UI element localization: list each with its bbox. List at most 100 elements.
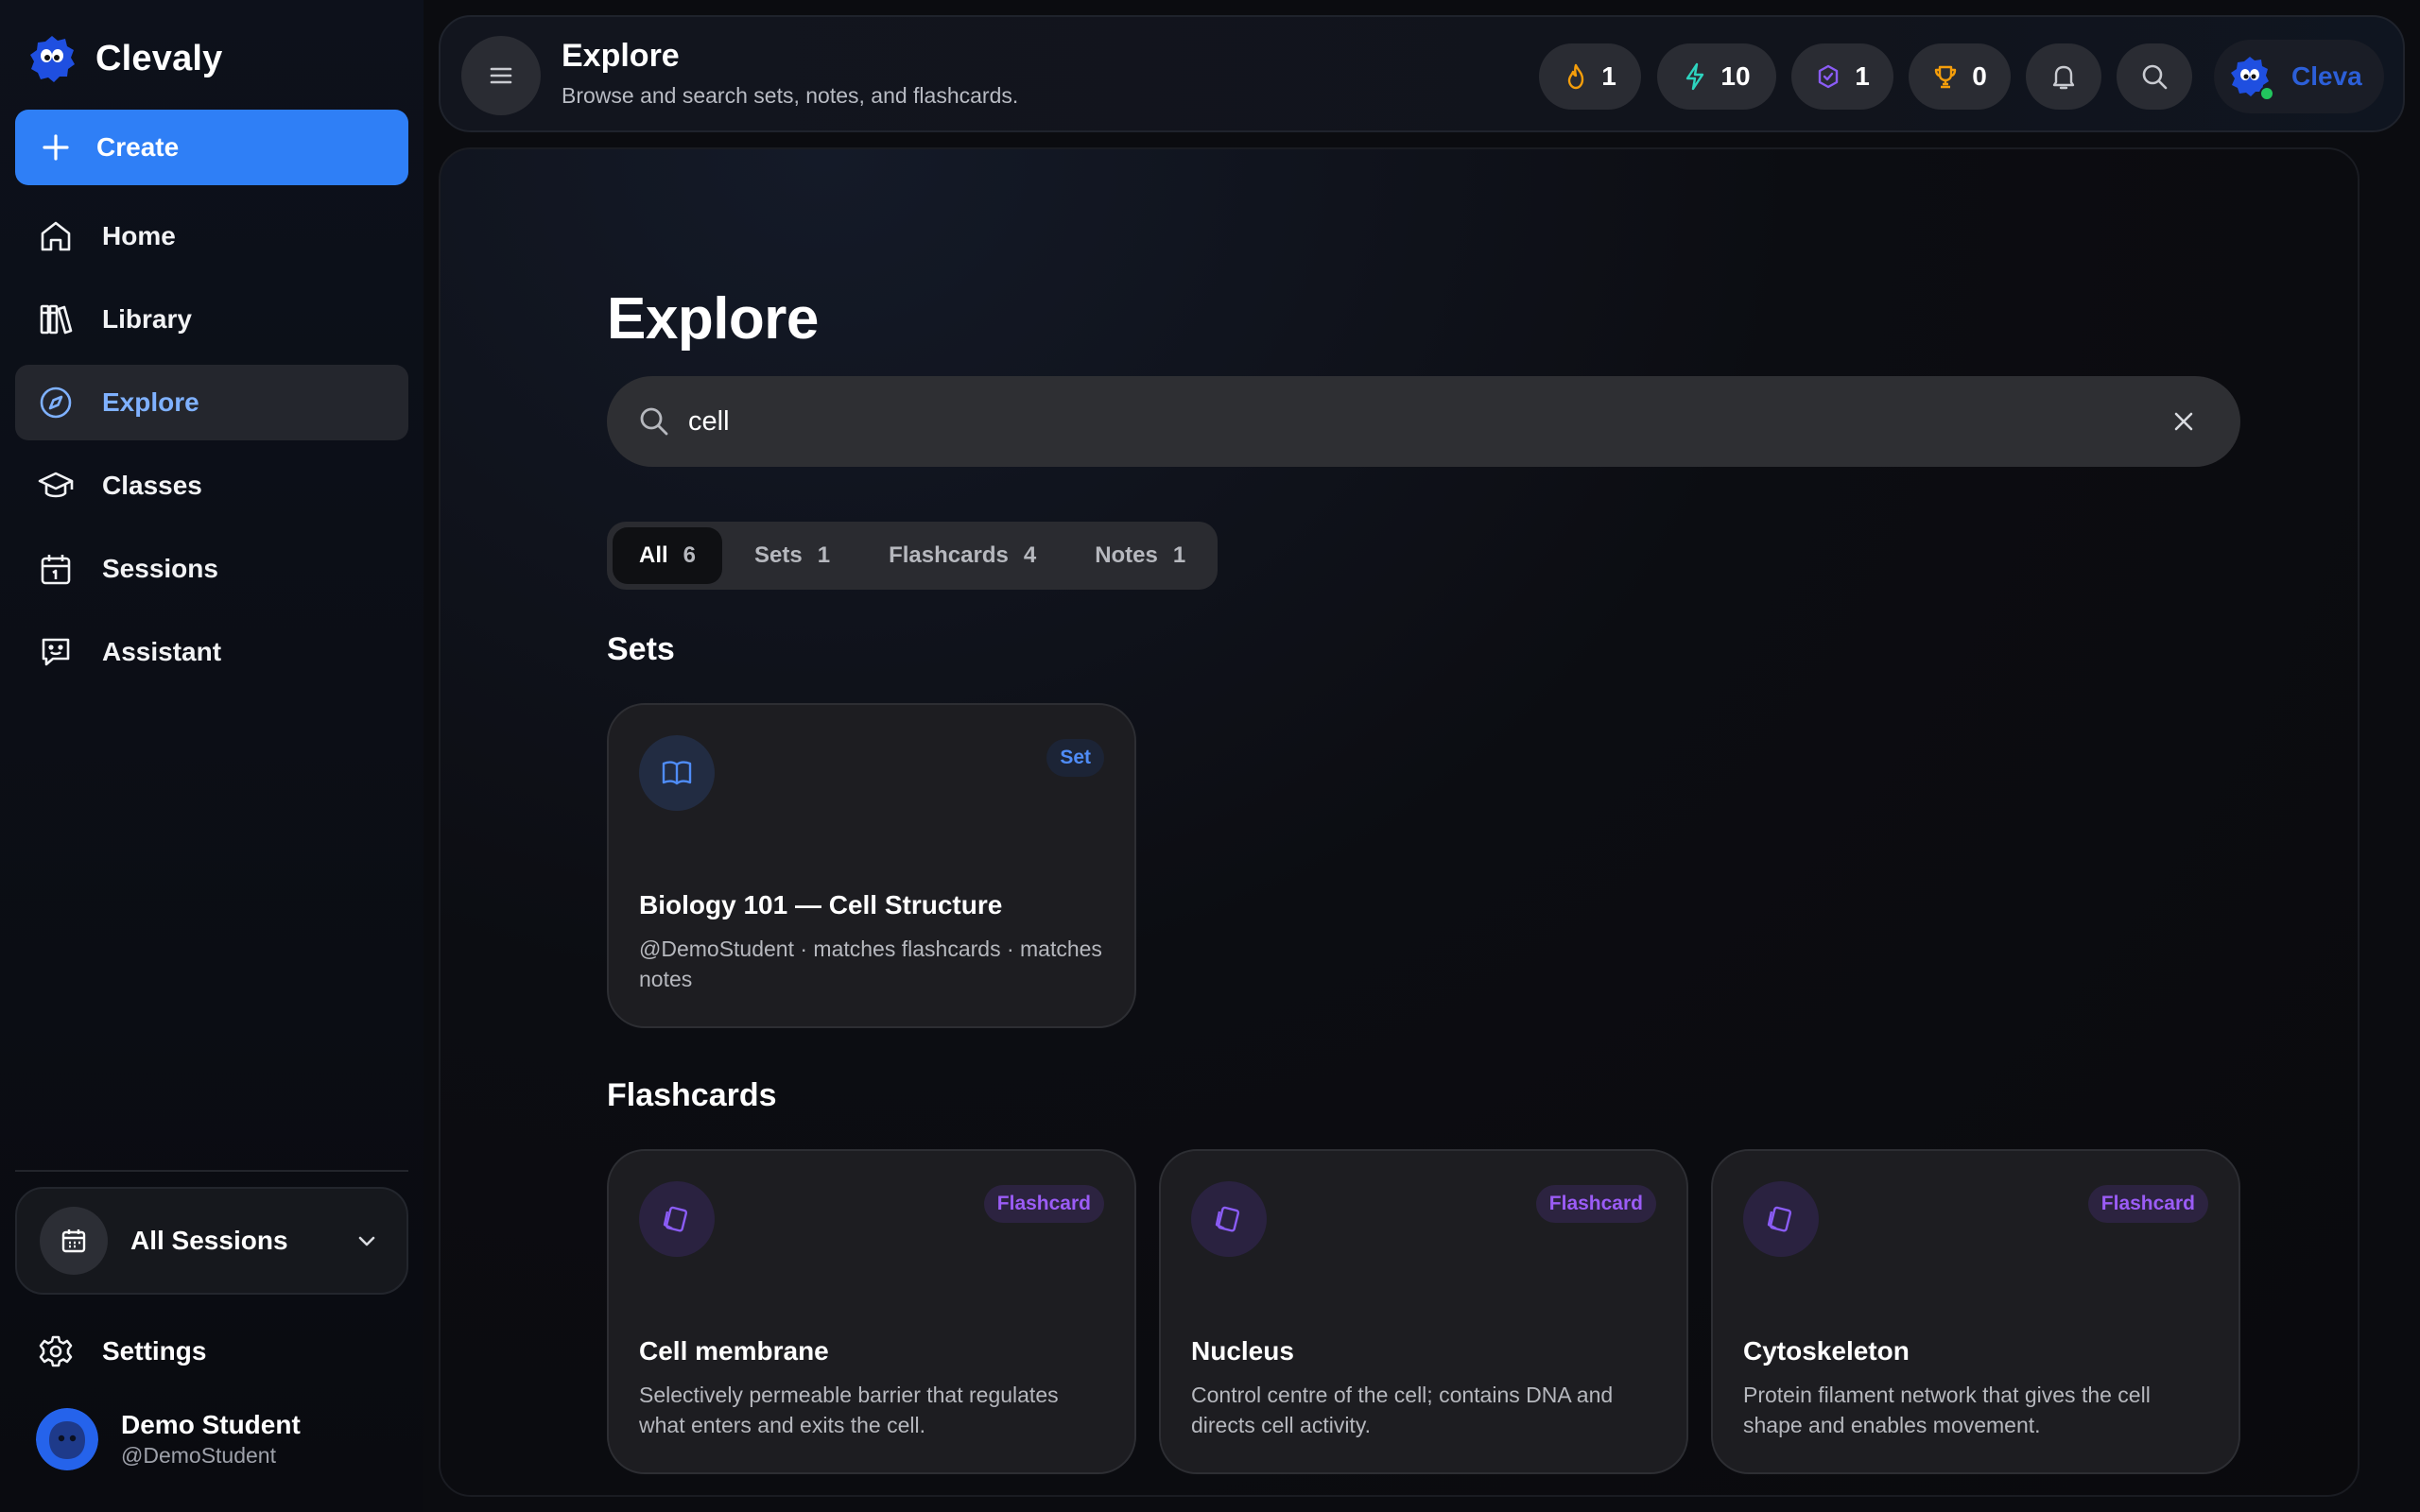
- settings-label: Settings: [102, 1336, 207, 1366]
- sidebar-item-label: Library: [102, 304, 192, 334]
- page-header-subtitle: Browse and search sets, notes, and flash…: [562, 83, 1019, 108]
- sidebar-item-label: Assistant: [102, 637, 222, 666]
- clear-search-button[interactable]: [2155, 393, 2212, 450]
- topbar: Explore Browse and search sets, notes, a…: [439, 15, 2405, 132]
- gear-icon: [39, 1335, 73, 1367]
- set-meta: @DemoStudent · matches flashcards · matc…: [639, 936, 1102, 991]
- filter-count: 1: [1172, 542, 1186, 568]
- user-handle: @DemoStudent: [121, 1443, 276, 1468]
- streak-count: 1: [1601, 61, 1616, 91]
- filter-label: Flashcards: [889, 542, 1009, 568]
- library-icon: [40, 304, 73, 335]
- close-icon: [2174, 412, 2193, 431]
- sidebar-item-assistant[interactable]: Assistant: [15, 614, 408, 690]
- settings-link[interactable]: Settings: [15, 1314, 408, 1389]
- filter-label: Sets: [754, 542, 803, 568]
- profile-avatar: [2227, 54, 2274, 101]
- sidebar-item-label: Sessions: [102, 554, 218, 583]
- cards-icon: [1215, 1206, 1240, 1232]
- sets-heading: Sets: [607, 631, 675, 667]
- flashcards-heading: Flashcards: [607, 1077, 777, 1113]
- badges-stat[interactable]: 1: [1791, 43, 1893, 110]
- search-bar[interactable]: cell: [607, 376, 2240, 467]
- brand[interactable]: Clevaly: [26, 32, 223, 85]
- search-icon: [2142, 64, 2168, 90]
- home-icon: [41, 221, 71, 251]
- trophies-count: 0: [1972, 61, 1987, 91]
- create-label: Create: [96, 132, 180, 162]
- search-input[interactable]: cell: [688, 406, 2155, 438]
- lightning-icon: [1686, 62, 1704, 91]
- user-name: Demo Student: [121, 1410, 301, 1439]
- set-icon-wrap: [639, 735, 715, 811]
- flashcard-icon-wrap: [1191, 1181, 1267, 1257]
- energy-count: 10: [1720, 61, 1751, 91]
- filter-count: 4: [1023, 542, 1037, 568]
- filter-count: 1: [817, 542, 831, 568]
- avatar: [36, 1408, 98, 1470]
- create-button[interactable]: Create: [15, 110, 408, 185]
- set-title: Biology 101 — Cell Structure: [639, 890, 1003, 919]
- app-name: Clevaly: [95, 38, 223, 78]
- trophies-stat[interactable]: 0: [1909, 43, 2011, 110]
- sidebar-item-classes[interactable]: Classes: [15, 448, 408, 524]
- profile-name: Cleva: [2291, 61, 2362, 91]
- cards-icon: [1767, 1206, 1792, 1232]
- flashcard-icon-wrap: [1743, 1181, 1819, 1257]
- flashcard-card[interactable]: Flashcard Cytoskeleton Protein filament …: [1711, 1149, 2240, 1474]
- sidebar: Clevaly Create Home Library Explore Clas…: [0, 0, 424, 1512]
- filter-tabs: All 6 Sets 1 Flashcards 4 Notes 1: [607, 522, 1219, 590]
- cards-icon: [663, 1206, 688, 1232]
- streak-stat[interactable]: 1: [1539, 43, 1641, 110]
- sessions-select-value: All Sessions: [130, 1226, 288, 1255]
- open-book-icon: [662, 761, 692, 785]
- menu-button[interactable]: [461, 36, 541, 115]
- filter-tab-notes[interactable]: Notes 1: [1068, 527, 1212, 584]
- page-header-title: Explore: [562, 38, 680, 74]
- main-panel: Explore cell All 6 Sets 1 Flashcards 4 N…: [439, 147, 2360, 1497]
- set-badge: Set: [1046, 739, 1104, 777]
- sessions-calendar-icon-wrap: [40, 1207, 108, 1275]
- calendar-icon: [41, 555, 71, 585]
- search-icon: [640, 407, 668, 436]
- flashcard-title: Cytoskeleton: [1743, 1336, 1910, 1366]
- trophy-icon: [1935, 65, 1957, 89]
- flashcard-card[interactable]: Flashcard Nucleus Control centre of the …: [1159, 1149, 1688, 1474]
- flashcard-badge: Flashcard: [1535, 1185, 1656, 1223]
- filter-tab-all[interactable]: All 6: [613, 527, 723, 584]
- sidebar-item-home[interactable]: Home: [15, 198, 408, 274]
- sidebar-item-label: Classes: [102, 471, 202, 500]
- hamburger-icon: [490, 67, 512, 84]
- flashcard-definition: Selectively permeable barrier that regul…: [639, 1383, 1059, 1437]
- filter-count: 6: [683, 542, 697, 568]
- user-profile[interactable]: Demo Student @DemoStudent: [36, 1408, 301, 1470]
- sidebar-item-explore[interactable]: Explore: [15, 365, 408, 440]
- set-card[interactable]: Set Biology 101 — Cell Structure @DemoSt…: [607, 703, 1136, 1028]
- compass-icon: [40, 387, 72, 419]
- energy-stat[interactable]: 10: [1657, 43, 1776, 110]
- filter-tab-flashcards[interactable]: Flashcards 4: [862, 527, 1063, 584]
- sidebar-item-sessions[interactable]: Sessions: [15, 531, 408, 607]
- sidebar-item-library[interactable]: Library: [15, 282, 408, 357]
- sidebar-nav: Home Library Explore Classes Sessions As…: [15, 198, 408, 697]
- sidebar-item-label: Home: [102, 221, 176, 250]
- clevaly-logo-icon: [30, 36, 75, 82]
- notifications-button[interactable]: [2026, 43, 2101, 110]
- filter-label: All: [639, 542, 668, 568]
- profile-pill[interactable]: Cleva: [2214, 40, 2384, 113]
- flashcard-badge: Flashcard: [2087, 1185, 2208, 1223]
- plus-icon: [43, 134, 69, 161]
- sessions-select[interactable]: All Sessions: [15, 1187, 408, 1295]
- graduation-cap-icon: [38, 472, 74, 498]
- flashcard-icon-wrap: [639, 1181, 715, 1257]
- chat-bot-icon: [42, 638, 70, 666]
- filter-tab-sets[interactable]: Sets 1: [728, 527, 856, 584]
- flashcard-definition: Control centre of the cell; contains DNA…: [1191, 1383, 1614, 1437]
- online-status-dot: [2259, 86, 2274, 101]
- sidebar-item-label: Explore: [102, 387, 199, 417]
- flashcard-card[interactable]: Flashcard Cell membrane Selectively perm…: [607, 1149, 1136, 1474]
- bell-icon: [2052, 65, 2075, 90]
- search-button[interactable]: [2117, 43, 2192, 110]
- sidebar-divider: [15, 1170, 408, 1172]
- flashcard-badge: Flashcard: [983, 1185, 1104, 1223]
